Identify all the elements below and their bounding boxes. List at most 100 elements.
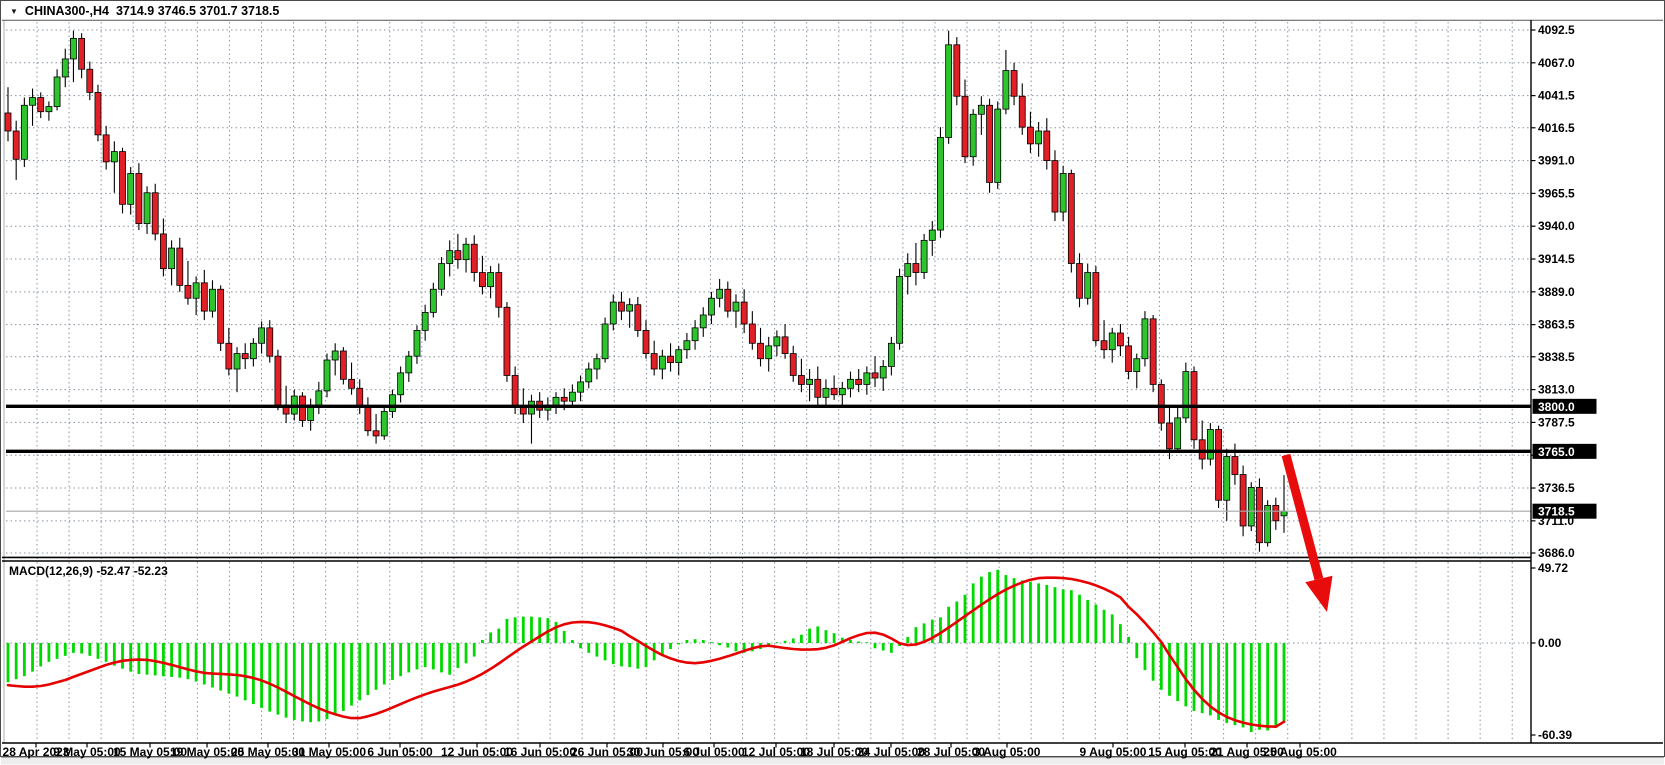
time-tick-label: 6 Jul 05:00: [683, 745, 745, 759]
candle-body: [1240, 475, 1246, 526]
candle-body: [1166, 423, 1172, 449]
candle-body: [782, 337, 788, 354]
candle-body: [725, 289, 731, 311]
candle-body: [758, 343, 764, 358]
macd-bar: [685, 640, 688, 643]
candle-body: [62, 59, 68, 77]
macd-bar: [555, 622, 558, 643]
candle-body: [553, 397, 559, 405]
macd-bar: [710, 642, 713, 643]
candle-body: [193, 283, 199, 298]
candle-body: [929, 230, 935, 240]
time-tick-label: 3 Aug 05:00: [974, 745, 1041, 759]
macd-bar: [587, 643, 590, 653]
macd-tick-label: 0.00: [1538, 636, 1562, 650]
candle-body: [160, 234, 166, 269]
symbol-dropdown-icon[interactable]: ▼: [10, 7, 18, 16]
candle-body: [1011, 71, 1017, 97]
price-tick-label: 4041.5: [1538, 89, 1575, 103]
macd-bar: [604, 643, 607, 660]
macd-bar: [1225, 643, 1228, 723]
macd-bar: [596, 643, 599, 657]
macd-bar: [260, 643, 263, 708]
macd-bar: [612, 643, 615, 664]
macd-bar: [530, 617, 533, 643]
macd-bar: [939, 617, 942, 643]
candle-body: [332, 351, 338, 360]
macd-bar: [465, 643, 468, 663]
macd-bar: [514, 617, 517, 643]
macd-bar: [833, 633, 836, 643]
macd-bar: [358, 643, 361, 700]
candle-body: [1183, 372, 1189, 418]
candle-body: [774, 337, 780, 346]
price-tick-label: 3940.0: [1538, 219, 1575, 233]
candle-body: [324, 360, 330, 391]
candle-body: [1068, 173, 1074, 263]
candle-body: [299, 396, 305, 420]
macd-bar: [178, 643, 181, 678]
macd-bar: [440, 643, 443, 672]
candle-body: [520, 408, 526, 414]
candle-body: [1117, 333, 1123, 346]
candle-body: [569, 392, 575, 401]
candle-body: [643, 330, 649, 353]
candle-body: [512, 375, 518, 407]
macd-bar: [735, 643, 738, 651]
macd-bar: [39, 643, 42, 666]
candle-body: [1036, 131, 1042, 144]
candle-body: [430, 289, 436, 312]
candle-body: [627, 305, 633, 311]
candle-body: [209, 289, 215, 311]
candle-body: [1216, 429, 1222, 500]
macd-bar: [203, 643, 206, 684]
candle-body: [766, 346, 772, 359]
macd-bar: [988, 572, 991, 643]
candle-body: [602, 324, 608, 359]
candle-body: [1027, 127, 1033, 144]
macd-bar: [285, 643, 288, 718]
chart-canvas[interactable]: 4092.54067.04041.54016.53991.03965.53940…: [0, 0, 1665, 765]
macd-bar: [1168, 643, 1171, 696]
candle-body: [30, 98, 36, 106]
candle-body: [847, 379, 853, 388]
chart-window: ▼ CHINA300-,H4 3714.9 3746.5 3701.7 3718…: [0, 0, 1665, 765]
candle-body: [717, 289, 723, 298]
macd-bar: [473, 643, 476, 657]
macd-bar: [800, 635, 803, 643]
candle-body: [1175, 418, 1181, 449]
macd-bar: [277, 643, 280, 715]
macd-bar: [326, 643, 329, 719]
candle-body: [1248, 487, 1254, 526]
candle-body: [406, 356, 412, 373]
candle-body: [659, 356, 665, 369]
price-tag-label: 3800.0: [1538, 400, 1575, 414]
macd-bar: [121, 643, 124, 669]
price-tick-label: 3736.5: [1538, 481, 1575, 495]
ohlc-readout: 3714.9 3746.5 3701.7 3718.5: [116, 4, 279, 18]
macd-tick-label: -60.39: [1538, 728, 1572, 742]
candle-body: [5, 113, 11, 131]
macd-bar: [1094, 605, 1097, 643]
candle-body: [578, 382, 584, 392]
time-axis[interactable]: 28 Apr 20239 May 05:0015 May 05:0019 May…: [3, 743, 1338, 759]
macd-bar: [718, 643, 721, 645]
candle-body: [749, 324, 755, 343]
candle-body: [226, 343, 232, 369]
candle-body: [79, 38, 85, 69]
candle-body: [340, 351, 346, 379]
symbol-period-label: CHINA300-,H4: [25, 4, 109, 18]
candle-body: [1052, 161, 1058, 212]
candle-body: [700, 315, 706, 328]
candle-body: [120, 152, 126, 205]
candle-body: [1060, 173, 1066, 212]
macd-bar: [481, 640, 484, 643]
macd-bar: [366, 643, 369, 695]
macd-bar: [563, 631, 566, 643]
candle-body: [152, 193, 158, 234]
candle-body: [70, 38, 76, 59]
macd-bar: [399, 643, 402, 676]
candle-body: [856, 379, 862, 384]
candle-body: [1019, 96, 1025, 127]
macd-bar: [694, 639, 697, 643]
